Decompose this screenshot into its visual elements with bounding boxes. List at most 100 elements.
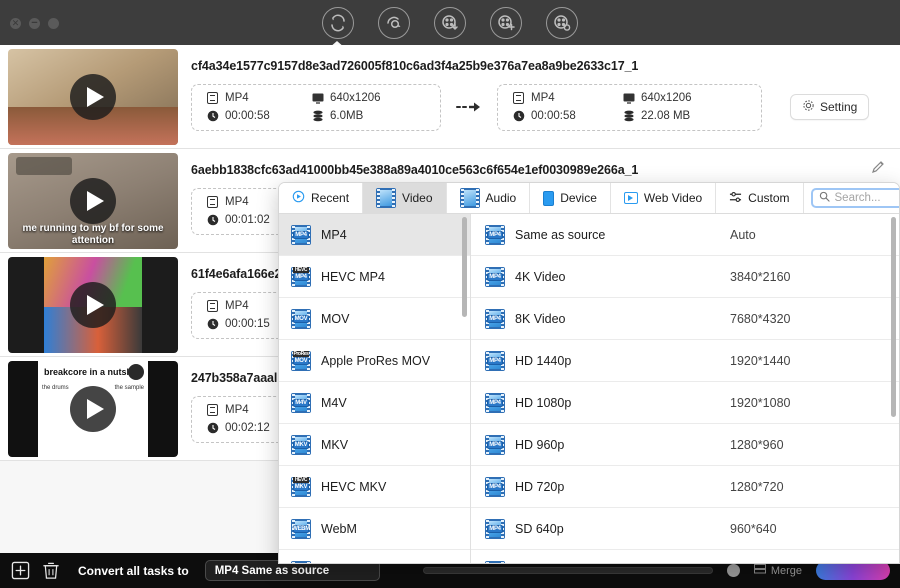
list-item[interactable]: MP4 8K Video 7680*4320 <box>471 298 899 340</box>
tab-label: Recent <box>311 191 350 205</box>
toggle-handle[interactable] <box>726 564 740 577</box>
downloader-icon[interactable] <box>434 6 466 39</box>
tool-switcher <box>0 0 900 45</box>
badge-text: MKV <box>293 482 309 491</box>
format-film-icon: MOV <box>291 308 311 329</box>
preset-resolution: 1920*1440 <box>730 353 791 368</box>
list-item[interactable]: MP4 Same as source Auto <box>471 214 899 256</box>
preset-resolution: 3840*2160 <box>730 269 791 284</box>
edit-pencil-icon[interactable] <box>870 159 886 180</box>
source-resolution: 640x1206 <box>311 92 426 105</box>
tab-custom[interactable]: Custom <box>716 183 804 213</box>
preset-list[interactable]: MP4 Same as source Auto MP4 4K Video 384… <box>471 214 899 565</box>
preset-film-icon: MP4 <box>485 476 505 497</box>
list-item[interactable]: MP4 SD 576p 768*576 <box>471 550 899 565</box>
preset-film-icon: MP4 <box>485 350 505 371</box>
clock-icon <box>206 110 219 123</box>
list-item[interactable]: HEVC MKV HEVC MKV <box>279 466 470 508</box>
preset-label: Same as source <box>515 227 606 242</box>
preset-film-icon: MP4 <box>485 308 505 329</box>
format-label: MP4 <box>321 227 347 242</box>
preset-label: HD 1080p <box>515 395 572 410</box>
list-item[interactable]: HEVC MP4 HEVC MP4 <box>279 256 470 298</box>
title-bar: ✕ − <box>0 0 900 48</box>
task-filename: cf4a34e1577c9157d8e3ad726005f810c6ad3f4a… <box>191 58 639 73</box>
list-item[interactable]: MKV MKV <box>279 424 470 466</box>
search-placeholder: Search... <box>834 192 881 204</box>
setting-button[interactable]: Setting <box>790 94 870 120</box>
preset-film-icon: MP4 <box>485 224 505 245</box>
list-item[interactable]: ProRes MOV Apple ProRes MOV <box>279 340 470 382</box>
audio-film-icon <box>459 188 480 208</box>
play-icon <box>70 73 116 120</box>
format-film-icon: MKV <box>291 434 311 455</box>
badge-text: MP4 <box>487 356 503 365</box>
list-item[interactable]: MP4 HD 720p 1280*720 <box>471 466 899 508</box>
recent-clock-icon <box>292 190 305 206</box>
target-resolution: 640x1206 <box>622 92 747 105</box>
tab-video[interactable]: Video <box>363 183 447 213</box>
list-item[interactable]: MP4 HD 1080p 1920*1080 <box>471 382 899 424</box>
tab-label: Device <box>560 191 597 205</box>
preset-list-scrollbar[interactable] <box>891 217 896 417</box>
list-item[interactable]: MP4 HD 960p 1280*960 <box>471 424 899 466</box>
list-item[interactable]: AVI AVI <box>279 550 470 563</box>
format-dropdown-panel[interactable]: Recent Video Audio Device Web Video Cust… <box>278 182 900 564</box>
format-film-icon: HEVC MP4 <box>291 266 311 287</box>
compressor-icon[interactable] <box>378 6 410 39</box>
search-input[interactable]: Search... <box>810 188 899 208</box>
video-thumbnail[interactable]: me running to my bf for some attention <box>8 152 178 249</box>
format-label: M4V <box>321 395 347 410</box>
table-row[interactable]: cf4a34e1577c9157d8e3ad726005f810c6ad3f4a… <box>0 45 900 149</box>
format-list-scrollbar[interactable] <box>462 217 467 317</box>
value-text: MP4 <box>531 92 555 104</box>
video-thumbnail[interactable] <box>8 256 178 353</box>
list-item[interactable]: MP4 4K Video 3840*2160 <box>471 256 899 298</box>
database-icon <box>311 110 324 123</box>
tab-recent[interactable]: Recent <box>279 183 364 213</box>
video-thumbnail[interactable]: breakcore in a nutshell the drums the sa… <box>8 360 178 457</box>
converter-icon[interactable] <box>322 6 354 39</box>
preset-label: SD 576p <box>515 564 720 565</box>
convert-arrow-icon <box>455 101 483 113</box>
convert-all-value: MP4 Same as source <box>214 564 330 577</box>
preset-film-icon: MP4 <box>485 392 505 413</box>
tab-audio[interactable]: Audio <box>446 183 531 213</box>
recorder-icon[interactable] <box>546 6 578 39</box>
badge-text: MOV <box>293 314 309 323</box>
format-label: MKV <box>321 437 349 452</box>
badge-top: HEVC <box>293 266 309 273</box>
add-file-button[interactable] <box>10 560 31 581</box>
value-text: 6.0MB <box>330 110 364 122</box>
format-list[interactable]: MP4 MP4 HEVC MP4 HEVC MP4 MOV MOV ProRes… <box>279 214 471 563</box>
preset-resolution: 1920*1080 <box>730 395 791 410</box>
list-item[interactable]: MOV MOV <box>279 298 470 340</box>
tab-web-video[interactable]: Web Video <box>610 183 717 213</box>
format-panel-body: MP4 MP4 HEVC MP4 HEVC MP4 MOV MOV ProRes… <box>279 214 899 565</box>
merge-icon <box>753 564 766 577</box>
setting-label: Setting <box>820 100 858 114</box>
list-item[interactable]: MP4 MP4 <box>279 214 470 256</box>
task-filename: 6aebb1838cfc63ad41000bb45e388a89a4010ce5… <box>191 162 639 177</box>
list-item[interactable]: M4V M4V <box>279 382 470 424</box>
list-item[interactable]: MP4 SD 640p 960*640 <box>471 508 899 550</box>
list-item[interactable]: MP4 HD 1440p 1920*1440 <box>471 340 899 382</box>
video-thumbnail[interactable] <box>8 48 178 145</box>
preset-resolution: 7680*4320 <box>730 311 791 326</box>
value-text: 00:00:15 <box>225 318 270 330</box>
delete-button[interactable] <box>40 560 61 581</box>
clock-icon <box>206 422 219 435</box>
monitor-icon <box>311 92 324 105</box>
badge-text: MP4 <box>487 482 503 491</box>
value-text: 640x1206 <box>641 92 692 104</box>
source-format: MP4 <box>206 92 311 105</box>
format-film-icon: M4V <box>291 392 311 413</box>
merge-toggle[interactable]: Merge <box>753 564 802 577</box>
format-label: Apple ProRes MOV <box>321 353 431 368</box>
list-item[interactable]: WEBM WebM <box>279 508 470 550</box>
tab-device[interactable]: Device <box>530 183 611 213</box>
value-text: MP4 <box>225 92 249 104</box>
preset-label: HD 1440p <box>515 353 572 368</box>
value-text: MP4 <box>225 404 249 416</box>
editor-icon[interactable] <box>490 6 522 39</box>
